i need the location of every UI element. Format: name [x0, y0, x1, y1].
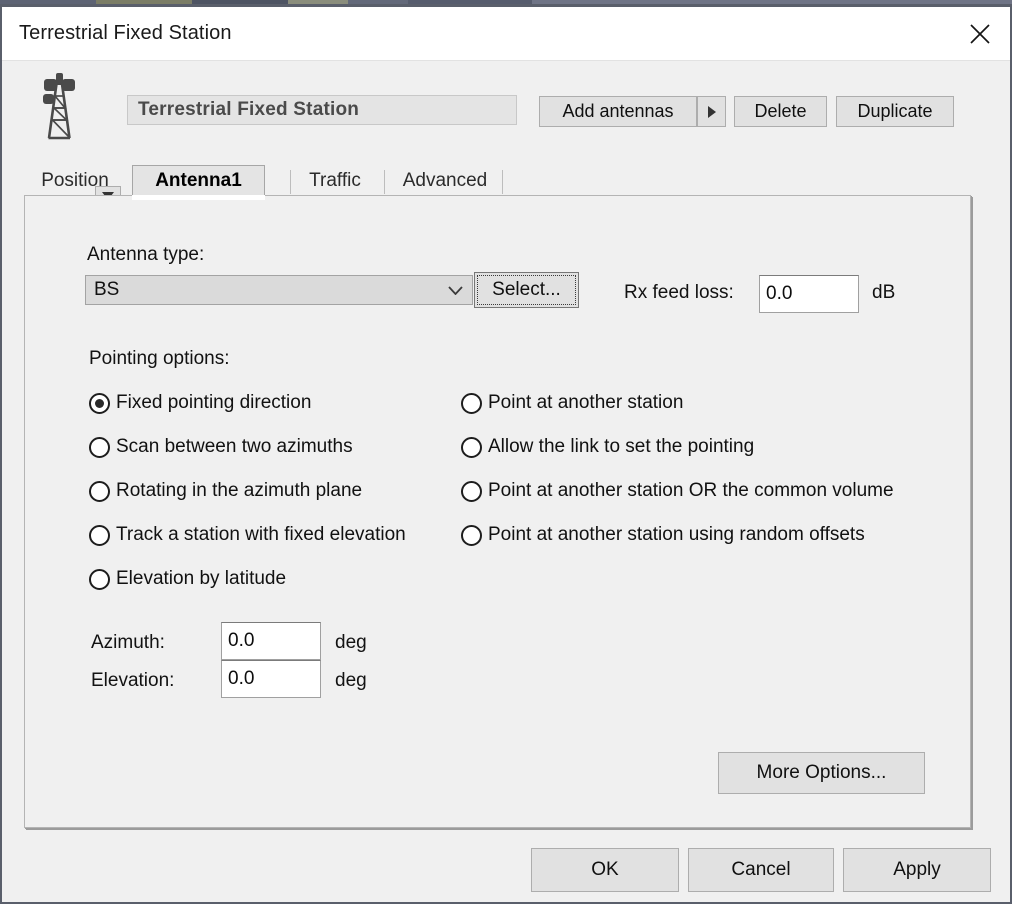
radio-label: Point at another station using random of… — [488, 524, 865, 545]
tab-antenna1-label: Antenna1 — [155, 170, 242, 191]
more-options-label: More Options... — [756, 762, 887, 783]
chevron-down-icon — [438, 285, 472, 295]
more-options-button[interactable]: More Options... — [718, 752, 925, 794]
active-tab-notch — [132, 195, 265, 200]
azimuth-label: Azimuth: — [91, 632, 165, 653]
add-antennas-dropdown-button[interactable] — [697, 96, 726, 127]
azimuth-input[interactable] — [221, 622, 321, 660]
tab-antenna1[interactable]: Antenna1 — [132, 165, 265, 197]
add-antennas-label: Add antennas — [562, 101, 674, 121]
radio-indicator — [89, 436, 110, 458]
rx-feed-loss-input[interactable] — [759, 275, 859, 313]
rx-feed-loss-label: Rx feed loss: — [624, 282, 734, 303]
tab-strip: Position Antenna1 Traffic Advanced — [24, 165, 972, 197]
station-name-value: Terrestrial Fixed Station — [138, 99, 360, 120]
radio-label: Fixed pointing direction — [116, 392, 312, 413]
duplicate-label: Duplicate — [857, 101, 933, 121]
close-icon[interactable] — [950, 7, 1010, 60]
elevation-label: Elevation: — [91, 670, 175, 691]
radio-point-at-another-station[interactable]: Point at another station — [461, 392, 683, 414]
radio-indicator — [461, 524, 482, 546]
radio-label: Point at another station — [488, 392, 684, 413]
antenna-tower-icon — [38, 72, 80, 144]
apply-button[interactable]: Apply — [843, 848, 991, 892]
station-name-field[interactable]: Terrestrial Fixed Station — [127, 95, 517, 125]
window-title: Terrestrial Fixed Station — [19, 22, 232, 44]
tab-position-label: Position — [41, 170, 109, 191]
radio-allow-link-to-set-pointing[interactable]: Allow the link to set the pointing — [461, 436, 754, 458]
radio-label: Allow the link to set the pointing — [488, 436, 755, 457]
tab-traffic-label: Traffic — [309, 170, 361, 191]
station-header: Terrestrial Fixed Station Add antennas D… — [2, 62, 1010, 206]
delete-label: Delete — [754, 101, 807, 121]
radio-track-station-fixed-elevation[interactable]: Track a station with fixed elevation — [89, 524, 406, 546]
tab-advanced[interactable]: Advanced — [390, 165, 500, 197]
radio-indicator — [89, 392, 110, 414]
apply-label: Apply — [893, 859, 941, 880]
tab-separator — [290, 170, 291, 194]
radio-label: Scan between two azimuths — [116, 436, 353, 457]
antenna-type-value: BS — [94, 279, 120, 300]
select-antenna-button[interactable]: Select... — [474, 272, 579, 308]
radio-indicator — [89, 480, 110, 502]
radio-indicator — [461, 436, 482, 458]
cancel-button[interactable]: Cancel — [688, 848, 834, 892]
pointing-options-label: Pointing options: — [89, 348, 230, 369]
antenna-type-label: Antenna type: — [87, 244, 205, 265]
screenshot-root: Terrestrial Fixed Station Terrestrial Fi… — [0, 0, 1012, 904]
antenna-type-select[interactable]: BS — [85, 275, 473, 305]
tab-separator — [502, 170, 503, 194]
radio-scan-between-two-azimuths[interactable]: Scan between two azimuths — [89, 436, 353, 458]
rx-feed-loss-unit: dB — [872, 282, 896, 303]
duplicate-button[interactable]: Duplicate — [836, 96, 954, 127]
azimuth-unit: deg — [335, 632, 367, 653]
tab-position[interactable]: Position — [24, 165, 126, 197]
elevation-unit: deg — [335, 670, 367, 691]
delete-button[interactable]: Delete — [734, 96, 827, 127]
radio-elevation-by-latitude[interactable]: Elevation by latitude — [89, 568, 286, 590]
caret-right-icon — [707, 105, 716, 118]
radio-fixed-pointing-direction[interactable]: Fixed pointing direction — [89, 392, 311, 414]
radio-point-at-station-or-common-volume[interactable]: Point at another station OR the common v… — [461, 480, 894, 502]
cancel-label: Cancel — [731, 859, 791, 880]
antenna-tab-panel: Antenna type: BS Select... Rx feed loss:… — [24, 195, 971, 828]
tab-traffic[interactable]: Traffic — [295, 165, 375, 197]
radio-indicator — [89, 568, 110, 590]
tab-separator — [384, 170, 385, 194]
elevation-input[interactable] — [221, 660, 321, 698]
radio-indicator — [461, 480, 482, 502]
tab-advanced-label: Advanced — [402, 170, 488, 191]
radio-label: Elevation by latitude — [116, 568, 287, 589]
radio-indicator — [461, 392, 482, 414]
radio-rotating-in-azimuth-plane[interactable]: Rotating in the azimuth plane — [89, 480, 362, 502]
dialog-window: Terrestrial Fixed Station Terrestrial Fi… — [0, 4, 1012, 904]
radio-label: Track a station with fixed elevation — [116, 524, 406, 545]
add-antennas-button[interactable]: Add antennas — [539, 96, 697, 127]
radio-point-at-station-random-offsets[interactable]: Point at another station using random of… — [461, 524, 865, 546]
ok-label: OK — [591, 859, 619, 880]
radio-label: Point at another station OR the common v… — [488, 480, 894, 501]
title-bar: Terrestrial Fixed Station — [2, 7, 1010, 61]
ok-button[interactable]: OK — [531, 848, 679, 892]
radio-indicator — [89, 524, 110, 546]
radio-label: Rotating in the azimuth plane — [116, 480, 363, 501]
select-label: Select... — [492, 279, 561, 300]
